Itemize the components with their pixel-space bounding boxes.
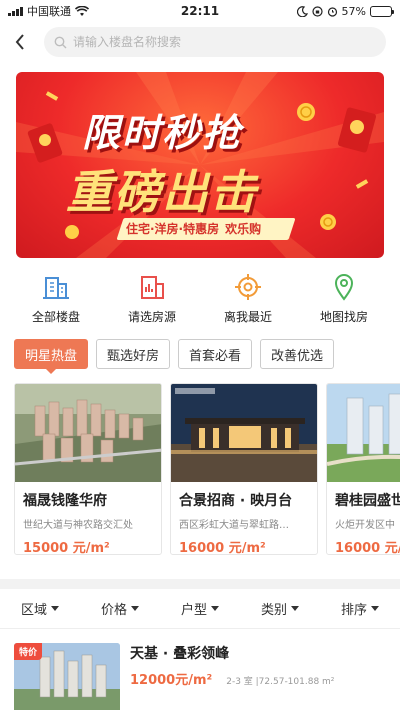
featured-carousel: 福晟钱隆华府 世纪大道与神农路交汇处 15000 元/m² 合景招商 · 映月台… — [0, 383, 400, 555]
search-box[interactable] — [44, 27, 386, 57]
status-left: 中国联通 — [8, 3, 89, 19]
property-photo — [327, 384, 400, 482]
battery-percent: 57% — [341, 4, 366, 18]
status-bar: 中国联通 22:11 57% — [0, 0, 400, 22]
caret-down-icon — [291, 606, 299, 611]
filter-price[interactable]: 价格 — [101, 599, 139, 618]
quick-nav-label: 离我最近 — [223, 310, 272, 324]
tab-selected-good[interactable]: 甄选好房 — [96, 339, 171, 369]
search-header — [0, 22, 400, 62]
listing-photo: 特价 — [14, 643, 120, 710]
quick-nav-map-search[interactable]: 地图找房 — [304, 272, 384, 325]
property-address: 火炬开发区中 — [335, 520, 395, 531]
filter-label: 价格 — [100, 603, 127, 618]
wifi-icon — [75, 5, 89, 16]
filter-label: 区域 — [20, 603, 47, 618]
property-name: 合景招商 · 映月台 — [179, 493, 293, 509]
property-price: 15000 元/m² — [23, 541, 110, 555]
caret-down-icon — [211, 606, 219, 611]
property-price: 16000 元/m² — [179, 541, 266, 555]
signal-icon — [8, 6, 23, 16]
moon-icon — [296, 5, 308, 17]
filter-label: 排序 — [340, 603, 367, 618]
filter-sort[interactable]: 排序 — [341, 599, 379, 618]
quick-nav-all-buildings[interactable]: 全部楼盘 — [16, 272, 96, 325]
tab-first-home[interactable]: 首套必看 — [178, 339, 253, 369]
quick-nav-select-listings[interactable]: 请选房源 — [112, 272, 192, 325]
special-price-badge: 特价 — [14, 643, 43, 660]
filter-label: 户型 — [180, 603, 207, 618]
property-name: 碧桂园盛世 — [335, 493, 400, 509]
banner-headline-1: 限时秒抢 — [82, 110, 243, 155]
banner-headline-2: 重磅出击 — [66, 165, 258, 219]
property-photo — [171, 384, 317, 482]
property-name: 福晟钱隆华府 — [23, 493, 107, 509]
orientation-lock-icon — [311, 5, 323, 17]
listing-meta: 12000元/m² 2-3 室 |72.57-101.88 m² — [130, 669, 334, 688]
property-address: 西区彩虹大道与翠虹路… — [179, 520, 289, 531]
alarm-icon — [327, 6, 337, 17]
quick-nav-label: 地图找房 — [319, 310, 368, 324]
quick-nav-nearest[interactable]: 离我最近 — [208, 272, 288, 325]
filter-district[interactable]: 区域 — [21, 599, 59, 618]
filter-bar: 区域 价格 户型 类别 排序 — [0, 589, 400, 629]
tab-upgrade[interactable]: 改善优选 — [260, 339, 335, 369]
status-right: 57% — [296, 4, 394, 18]
property-photo — [15, 384, 161, 482]
quick-nav: 全部楼盘 请选房源 离我最近 地图找房 — [0, 272, 400, 325]
carrier-label: 中国联通 — [27, 5, 71, 18]
listing-info: 天基 · 叠彩领峰 12000元/m² 2-3 室 |72.57-101.88 … — [130, 643, 334, 710]
quick-nav-label: 全部楼盘 — [31, 310, 80, 324]
caret-down-icon — [371, 606, 379, 611]
filter-label: 类别 — [260, 603, 287, 618]
gold-coin-icon — [65, 225, 79, 239]
category-tabs: 明星热盘 甄选好房 首套必看 改善优选 — [0, 339, 400, 374]
banner-subtitle: 住宅·洋房·特惠房 欢乐购 — [126, 222, 262, 236]
building-chart-icon — [141, 276, 164, 299]
gold-coin-icon — [297, 103, 315, 121]
search-input[interactable] — [73, 35, 376, 49]
section-divider — [0, 579, 400, 589]
property-card[interactable]: 福晟钱隆华府 世纪大道与神农路交汇处 15000 元/m² — [14, 383, 162, 555]
tab-star-hot[interactable]: 明星热盘 — [14, 339, 89, 374]
list-item[interactable]: 特价 天基 · 叠彩领峰 12000元/m² 2-3 室 |72.57-101.… — [0, 629, 400, 710]
map-pin-icon — [334, 274, 354, 301]
back-button[interactable] — [10, 28, 30, 56]
property-card[interactable]: 合景招商 · 映月台 西区彩虹大道与翠虹路… 16000 元/m² — [170, 383, 318, 555]
promo-banner[interactable]: 限时秒抢 重磅出击 住宅·洋房·特惠房 欢乐购 — [16, 72, 384, 258]
listing-price: 12000元/m² — [130, 673, 213, 688]
filter-category[interactable]: 类别 — [261, 599, 299, 618]
listing-name: 天基 · 叠彩领峰 — [130, 646, 230, 662]
search-icon — [54, 36, 67, 48]
location-target-icon — [235, 274, 261, 300]
property-card[interactable]: 碧桂园盛世 火炬开发区中 16000 元/m² — [326, 383, 400, 555]
battery-icon — [370, 5, 394, 17]
property-price: 16000 元/m² — [335, 541, 400, 555]
red-envelope-icon — [338, 107, 376, 153]
filter-layout[interactable]: 户型 — [181, 599, 219, 618]
listing-spec: 2-3 室 |72.57-101.88 m² — [226, 677, 335, 687]
property-address: 世纪大道与神农路交汇处 — [23, 520, 133, 531]
chevron-left-icon — [15, 34, 24, 50]
buildings-icon — [43, 277, 69, 299]
caret-down-icon — [51, 606, 59, 611]
quick-nav-label: 请选房源 — [127, 310, 176, 324]
gold-coin-icon — [320, 214, 336, 230]
banner-subtitle-emph: 欢乐购 — [225, 222, 262, 236]
caret-down-icon — [131, 606, 139, 611]
